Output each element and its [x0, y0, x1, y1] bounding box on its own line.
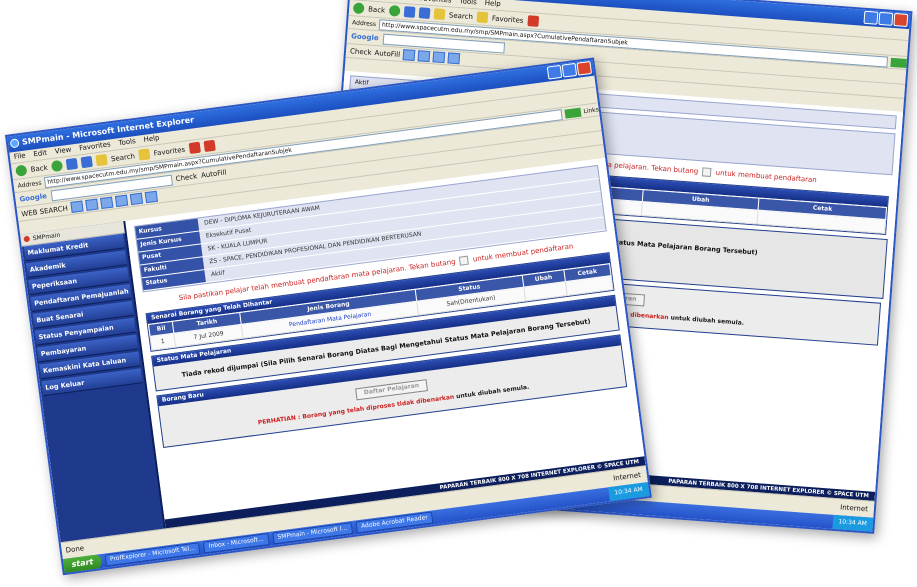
menu-tools[interactable]: Tools: [459, 0, 477, 8]
minimize-button[interactable]: [863, 10, 879, 25]
note-prefix: PERHATIAN : Borang yang telah diproses: [257, 401, 396, 427]
refresh-icon[interactable]: [418, 7, 431, 19]
status-text: Done: [65, 544, 85, 555]
favorites-label[interactable]: Favorites: [153, 145, 185, 157]
web-search-button[interactable]: WEB SEARCH: [21, 204, 68, 218]
note-suffix: untuk diubah semula.: [455, 383, 530, 401]
toolbar-button-icon[interactable]: [432, 51, 446, 64]
toolbar-button-icon[interactable]: [99, 196, 114, 210]
daftar-pelajaran-button[interactable]: Daftar Pelajaran: [355, 379, 429, 401]
note-forbidden: tidak dibenarkan: [396, 393, 455, 409]
autofill-label[interactable]: AutoFill: [201, 168, 227, 179]
maximize-button[interactable]: [878, 11, 894, 26]
menu-tools[interactable]: Tools: [118, 136, 137, 149]
check-label[interactable]: Check: [350, 47, 372, 57]
toolbar-button-icon[interactable]: [84, 198, 99, 212]
check-label[interactable]: Check: [175, 172, 197, 183]
close-button[interactable]: [893, 12, 909, 27]
close-button[interactable]: [576, 60, 593, 76]
favorites-star-icon[interactable]: [138, 148, 151, 161]
google-logo: Google: [350, 32, 379, 43]
menu-view[interactable]: View: [54, 145, 72, 158]
forward-arrow-icon[interactable]: [50, 159, 64, 173]
toolbar-button-icon[interactable]: [144, 190, 158, 204]
browser-window-front: SMPmain - Microsoft Internet Explorer Fi…: [5, 57, 652, 576]
stop-icon[interactable]: [65, 157, 79, 171]
menu-file[interactable]: File: [13, 151, 26, 163]
print-icon[interactable]: [203, 139, 216, 153]
ie-logo-icon: [9, 138, 20, 149]
main-panel: Kursus DEW - DIPLOMA KEJURUTERAAN AWAM J…: [125, 157, 646, 530]
window-controls: [863, 10, 909, 27]
toolbar-button-icon[interactable]: [129, 192, 143, 206]
menu-help[interactable]: Help: [143, 133, 160, 146]
go-button[interactable]: [890, 57, 908, 68]
notice-suffix: untuk membuat pendaftaran: [715, 168, 818, 185]
stop-icon[interactable]: [403, 6, 416, 18]
address-label: Address: [351, 18, 377, 28]
back-label[interactable]: Back: [30, 163, 48, 173]
menu-edit[interactable]: Edit: [33, 148, 48, 161]
favorites-star-icon[interactable]: [476, 11, 489, 24]
toolbar-button-icon[interactable]: [70, 200, 84, 213]
forward-arrow-icon[interactable]: [388, 4, 401, 17]
address-label: Address: [17, 179, 42, 190]
search-label[interactable]: Search: [111, 152, 136, 163]
favorites-label[interactable]: Favorites: [492, 14, 524, 24]
toolbar-button-icon[interactable]: [402, 49, 416, 61]
menu-help[interactable]: Help: [484, 0, 501, 10]
minimize-button[interactable]: [546, 64, 563, 80]
register-button-icon[interactable]: [702, 167, 712, 178]
back-arrow-icon[interactable]: [352, 2, 365, 15]
autofill-label[interactable]: AutoFill: [374, 49, 400, 59]
toolbar-button-icon[interactable]: [417, 50, 431, 63]
back-arrow-icon[interactable]: [15, 164, 28, 177]
register-button-icon[interactable]: [459, 255, 470, 266]
system-tray-clock: 10:34 AM: [831, 514, 874, 532]
google-logo: Google: [19, 192, 48, 204]
home-icon[interactable]: [95, 153, 108, 167]
search-label[interactable]: Search: [449, 11, 474, 21]
back-label[interactable]: Back: [368, 5, 386, 14]
toolbar-button-icon[interactable]: [447, 52, 461, 65]
refresh-icon[interactable]: [80, 155, 93, 169]
bil-cell: 1: [150, 333, 176, 351]
toolbar-button-icon[interactable]: [114, 194, 128, 208]
links-label[interactable]: Links: [583, 106, 599, 115]
go-button[interactable]: [564, 107, 582, 119]
maximize-button[interactable]: [561, 62, 578, 78]
mail-icon[interactable]: [527, 15, 539, 27]
mail-icon[interactable]: [188, 141, 201, 155]
home-icon[interactable]: [433, 8, 446, 21]
